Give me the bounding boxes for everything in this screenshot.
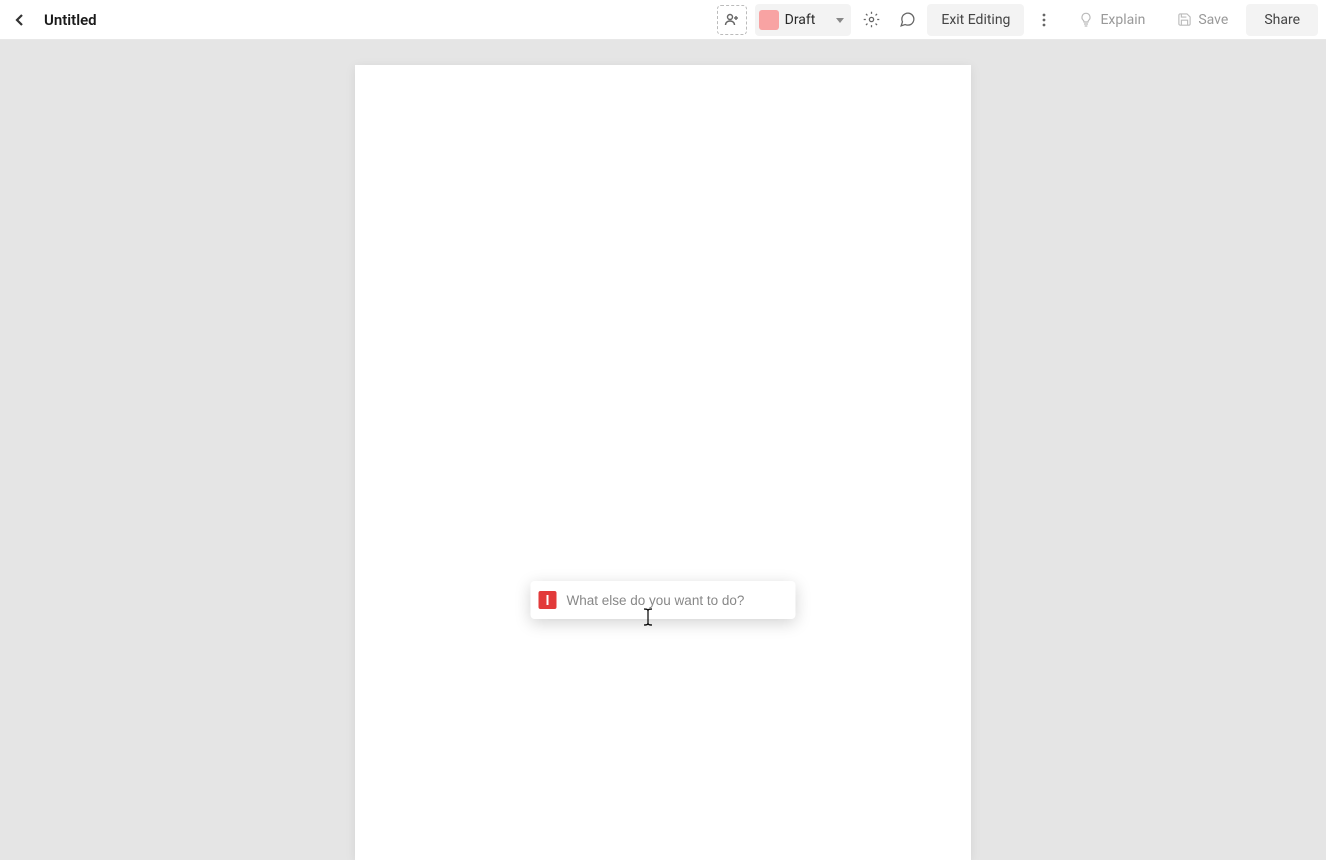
explain-label: Explain <box>1100 12 1145 28</box>
save-label: Save <box>1198 12 1228 28</box>
chevron-down-icon <box>835 15 845 25</box>
save-icon <box>1177 12 1192 27</box>
user-plus-icon <box>724 12 740 28</box>
command-marker-icon <box>539 591 557 609</box>
add-user-button[interactable] <box>717 5 747 35</box>
command-bar[interactable] <box>531 581 796 619</box>
more-vertical-icon <box>1036 12 1052 28</box>
chevron-left-icon <box>12 12 28 28</box>
gear-icon <box>863 11 880 28</box>
top-bar-left: Untitled <box>8 8 97 32</box>
command-input[interactable] <box>567 593 788 608</box>
more-button[interactable] <box>1028 4 1060 36</box>
back-button[interactable] <box>8 8 32 32</box>
explain-button[interactable]: Explain <box>1064 4 1159 36</box>
comment-button[interactable] <box>891 4 923 36</box>
exit-editing-button[interactable]: Exit Editing <box>927 4 1024 36</box>
exit-editing-label: Exit Editing <box>941 12 1010 28</box>
status-label: Draft <box>785 12 816 28</box>
top-bar-right: Draft Exit Editing <box>717 4 1318 36</box>
canvas-area[interactable] <box>0 40 1326 657</box>
settings-button[interactable] <box>855 4 887 36</box>
status-dropdown[interactable]: Draft <box>755 4 852 36</box>
top-bar: Untitled Draft <box>0 0 1326 40</box>
share-button[interactable]: Share <box>1246 4 1318 36</box>
status-color-swatch <box>759 10 779 30</box>
document-title[interactable]: Untitled <box>44 11 97 29</box>
document-page[interactable] <box>355 65 971 860</box>
share-label: Share <box>1264 12 1300 28</box>
lightbulb-icon <box>1078 12 1094 28</box>
save-button[interactable]: Save <box>1163 4 1242 36</box>
comment-icon <box>899 11 916 28</box>
